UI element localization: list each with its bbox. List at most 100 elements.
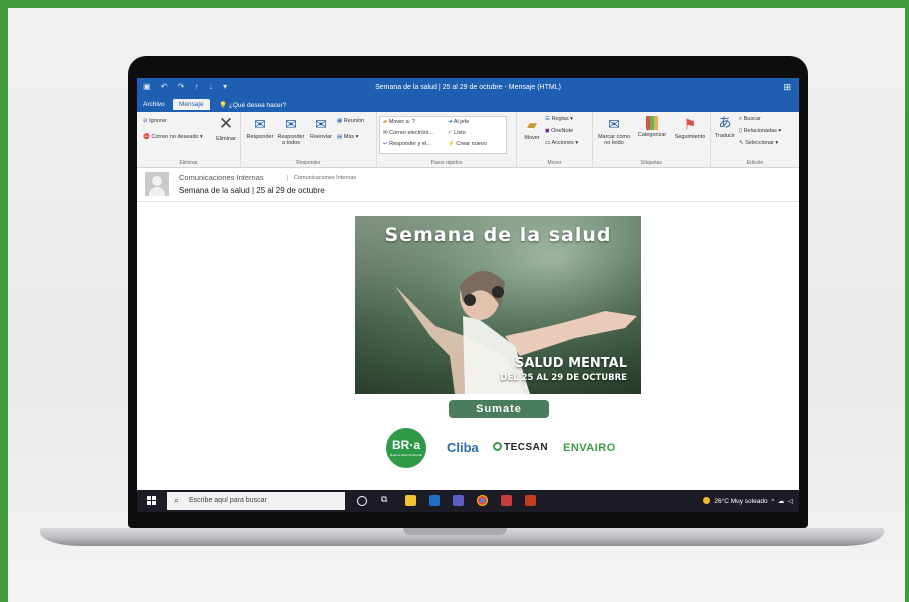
folder-icon: ▰ (383, 119, 388, 125)
task-view-icon[interactable]: ⧉ (381, 494, 392, 505)
group-mover: ▰ Mover ☰ Reglas ▾ ◼ OneNote ▭ Acciones … (517, 112, 593, 168)
ribbon-tabs: Archivo Mensaje 💡 ¿Qué desea hacer? (137, 98, 799, 112)
search-placeholder: Escribe aquí para buscar (189, 497, 267, 504)
quickstep-email[interactable]: ✉ Correo electróni... (383, 130, 433, 136)
onenote-icon: ◼ (545, 128, 550, 134)
mark-unread-button[interactable]: ✉ Marcar como no leído (595, 116, 633, 147)
sender-name[interactable]: Comunicaciones Internas (179, 173, 264, 182)
quickstep-done[interactable]: ✓ Listo (448, 130, 466, 136)
quickstep-move-to[interactable]: ▰ Mover a: ? (383, 119, 415, 125)
tray-chevron-icon[interactable]: ^ (769, 498, 776, 505)
related-button[interactable]: ▯ Relacionadas ▾ (739, 128, 781, 134)
windows-start-icon[interactable] (147, 496, 157, 506)
quick-steps-gallery: ▰ Mover a: ? ➜ Al jefe ✉ Correo electrón… (379, 116, 507, 154)
taskbar-search[interactable]: ⌕ Escribe aquí para buscar (167, 492, 345, 510)
health-week-banner: Semana de la salud SALUD MENTAL DEL 25 A… (355, 216, 641, 394)
file-explorer-icon[interactable] (405, 495, 416, 506)
more-respond-button[interactable]: ▤ Más ▾ (337, 134, 358, 140)
system-tray: 26°C Muy soleado ^ ☁ ◁ (702, 497, 793, 505)
meeting-button[interactable]: ▦ Reunión (337, 118, 364, 124)
translate-button[interactable]: あ Traducir (713, 115, 737, 139)
group-pasos-rapidos: ▰ Mover a: ? ➜ Al jefe ✉ Correo electrón… (377, 112, 517, 168)
tell-me-label: ¿Qué desea hacer? (228, 102, 287, 109)
group-label: Responder (296, 160, 321, 166)
reply-all-button[interactable]: ✉ Responder a todos (276, 116, 306, 147)
quickstep-create-new[interactable]: ⚡ Crear nuevo (448, 141, 487, 147)
recipient[interactable]: Comunicaciones Internas (287, 175, 356, 181)
reply-delete-icon: ↩ (383, 141, 388, 147)
message-header: Comunicaciones Internas Comunicaciones I… (137, 168, 799, 202)
arrow-icon: ➜ (448, 119, 453, 125)
flag-icon: ⚑ (683, 116, 697, 132)
actions-icon: ▭ (545, 140, 551, 146)
lightning-icon: ⚡ (448, 141, 455, 147)
cliba-logo: Cliba (447, 440, 479, 455)
banner-headline: SALUD MENTAL (514, 356, 627, 371)
rules-icon: ☰ (545, 116, 550, 122)
find-button[interactable]: ⌕ Buscar (739, 116, 761, 123)
banner-dates: DEL 25 AL 29 DE OCTUBRE (500, 373, 627, 383)
search-icon: ⌕ (739, 116, 743, 122)
avatar (145, 172, 169, 196)
laptop-notch (403, 528, 507, 535)
cortana-icon[interactable] (357, 496, 367, 506)
ignore-icon: ⊘ (143, 118, 148, 124)
weather-text[interactable]: 26°C Muy soleado (714, 498, 767, 505)
move-button[interactable]: ▰ Mover (521, 117, 543, 141)
sponsor-logos: BR·a Buenos Aires Ambiental Cliba TECSAN… (137, 428, 799, 468)
group-label: Pasos rápidos (430, 160, 463, 166)
reply-button[interactable]: ✉ Responder (245, 116, 275, 140)
group-eliminar: ⊘ Ignorar ⛔ Correo no deseado ▾ ✕ Elimin… (137, 112, 241, 168)
categorize-icon (646, 116, 658, 130)
network-icon[interactable]: ☁ (778, 498, 785, 505)
tab-archivo[interactable]: Archivo (143, 101, 165, 108)
forward-icon: ✉ (315, 116, 327, 132)
group-etiquetas: ✉ Marcar como no leído Categorizar ⚑ Seg… (593, 112, 711, 168)
actions-button[interactable]: ▭ Acciones ▾ (545, 140, 578, 146)
tab-mensaje[interactable]: Mensaje (173, 99, 210, 110)
tecsan-ring-icon (493, 442, 502, 451)
rules-button[interactable]: ☰ Reglas ▾ (545, 116, 573, 122)
lightbulb-icon: 💡 (219, 102, 228, 109)
reply-all-icon: ✉ (285, 116, 297, 132)
delete-button[interactable]: ✕ Eliminar (213, 114, 239, 142)
categorize-button[interactable]: Categorizar (635, 116, 669, 138)
quickstep-reply-delete[interactable]: ↩ Responder y el... (383, 141, 431, 147)
group-responder: ✉ Responder ✉ Responder a todos ✉ Reenvi… (241, 112, 377, 168)
search-icon: ⌕ (174, 495, 180, 505)
ribbon-display-icon[interactable]: ⊞ (783, 82, 791, 93)
app-icon-red[interactable] (501, 495, 512, 506)
tell-me-box[interactable]: 💡 ¿Qué desea hacer? (219, 101, 286, 109)
envelope-icon: ✉ (608, 116, 620, 132)
move-folder-icon: ▰ (527, 117, 537, 132)
forward-button[interactable]: ✉ Reenviar (307, 116, 335, 140)
more-icon: ▤ (337, 134, 343, 140)
group-label: Edición (746, 160, 764, 166)
junk-button[interactable]: ⛔ Correo no deseado ▾ (143, 134, 203, 140)
teams-icon[interactable] (453, 495, 464, 506)
tecsan-logo: TECSAN (493, 442, 548, 453)
translate-icon: あ (718, 115, 732, 130)
volume-icon[interactable]: ◁ (786, 498, 793, 505)
banner-title: Semana de la salud (384, 224, 612, 246)
cursor-icon: ↖ (739, 140, 744, 146)
reply-icon: ✉ (254, 116, 266, 132)
chrome-icon[interactable] (477, 495, 488, 506)
sun-icon (702, 497, 710, 504)
windows-taskbar: ⌕ Escribe aquí para buscar ⧉ 26°C Muy so… (137, 490, 799, 512)
outlook-taskbar-icon[interactable] (429, 495, 440, 506)
followup-button[interactable]: ⚑ Seguimiento (671, 116, 709, 140)
sumate-button[interactable]: Sumate (449, 400, 549, 418)
group-label: Mover (547, 160, 562, 166)
outlook-titlebar: ▣ ↶ ↷ ↑ ↓ ▾ Semana de la salud | 25 al 2… (137, 78, 799, 98)
bra-logo: BR·a Buenos Aires Ambiental (386, 428, 426, 468)
powerpoint-icon[interactable] (525, 495, 536, 506)
email-icon: ✉ (383, 130, 388, 136)
junk-icon: ⛔ (143, 134, 150, 140)
quickstep-to-manager[interactable]: ➜ Al jefe (448, 119, 469, 125)
select-button[interactable]: ↖ Seleccionar ▾ (739, 140, 778, 146)
group-label: Eliminar (179, 160, 198, 166)
delete-x-icon: ✕ (218, 114, 234, 133)
ignore-button[interactable]: ⊘ Ignorar (143, 118, 167, 124)
onenote-button[interactable]: ◼ OneNote (545, 128, 573, 134)
